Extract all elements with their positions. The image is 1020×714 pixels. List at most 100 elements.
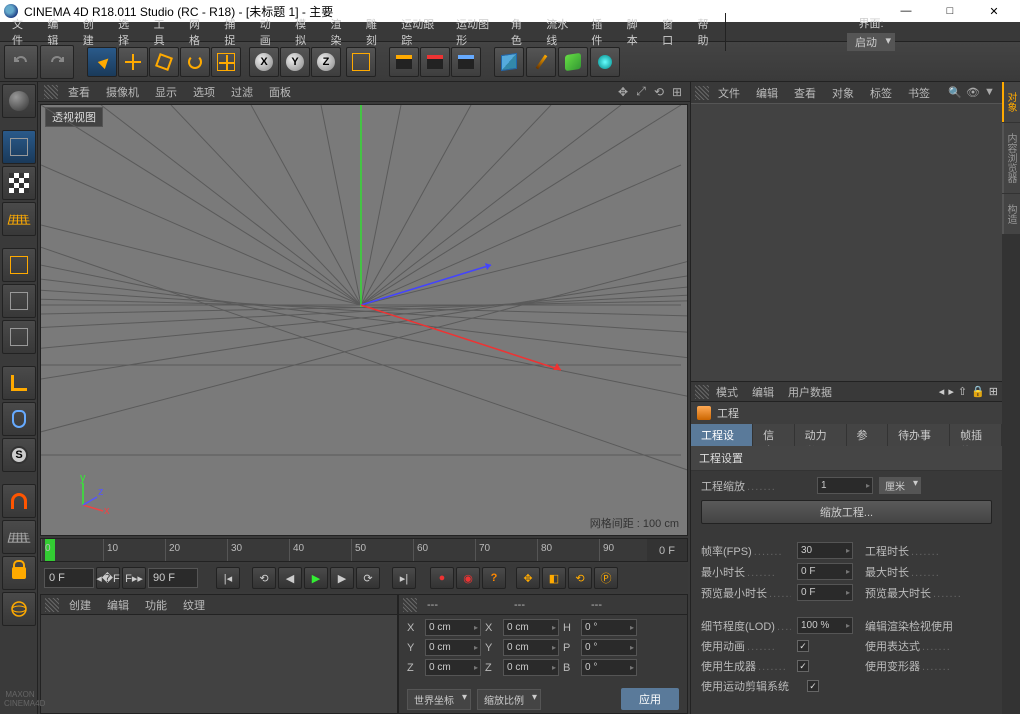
fps-field[interactable]: 30 — [797, 542, 853, 559]
drag-handle-icon[interactable] — [45, 598, 59, 612]
menu-track[interactable]: 运动跟踪 — [393, 14, 448, 50]
scale-unit-dropdown[interactable]: 厘米 — [879, 477, 921, 494]
attr-up-icon[interactable]: ⇧ — [958, 385, 967, 398]
mat-menu-create[interactable]: 创建 — [63, 597, 97, 613]
texture-mode-button[interactable] — [2, 166, 36, 200]
point-mode-button[interactable] — [2, 248, 36, 282]
scale-project-button[interactable]: 缩放工程... — [701, 500, 992, 524]
menu-mesh[interactable]: 网格 — [181, 14, 216, 50]
model-mode-button[interactable] — [2, 130, 36, 164]
add-primitive-button[interactable] — [494, 47, 524, 77]
snap-button[interactable] — [2, 484, 36, 518]
obj-menu-edit[interactable]: 编辑 — [749, 85, 785, 101]
tweak-button[interactable] — [2, 402, 36, 436]
drag-handle-icon[interactable] — [695, 385, 709, 399]
redo-button[interactable] — [40, 45, 74, 79]
scale-tool[interactable] — [149, 47, 179, 77]
rot-b-field[interactable]: 0 ° — [581, 659, 637, 676]
vp-menu-options[interactable]: 选项 — [187, 84, 221, 100]
key-param-button[interactable]: Ⓟ — [594, 567, 618, 589]
menu-snap[interactable]: 捕捉 — [216, 14, 251, 50]
lasttool-button[interactable] — [211, 47, 241, 77]
menu-simulate[interactable]: 模拟 — [287, 14, 322, 50]
mat-menu-edit[interactable]: 编辑 — [101, 597, 135, 613]
mot-checkbox[interactable]: ✓ — [807, 680, 819, 692]
obj-menu-file[interactable]: 文件 — [711, 85, 747, 101]
timeline-ruler[interactable]: 0 10 20 30 40 50 60 70 80 90 0 F — [40, 538, 688, 562]
menu-window[interactable]: 窗口 — [654, 14, 689, 50]
menu-script[interactable]: 脚本 — [619, 14, 654, 50]
goto-start-button[interactable]: |◂ — [216, 567, 240, 589]
vp-menu-camera[interactable]: 摄像机 — [100, 84, 145, 100]
key-pos-button[interactable]: ✥ — [516, 567, 540, 589]
vp-menu-display[interactable]: 显示 — [149, 84, 183, 100]
size-y-field[interactable]: 0 cm — [503, 639, 559, 656]
obj-menu-object[interactable]: 对象 — [825, 85, 861, 101]
obj-menu-tags[interactable]: 标签 — [863, 85, 899, 101]
gen-checkbox[interactable]: ✓ — [797, 660, 809, 672]
render-pv-button[interactable] — [420, 47, 450, 77]
axis-button[interactable] — [2, 366, 36, 400]
mat-menu-func[interactable]: 功能 — [139, 597, 173, 613]
pos-y-field[interactable]: 0 cm — [425, 639, 481, 656]
attr-lock-icon[interactable]: 🔒 — [971, 385, 985, 398]
menu-animate[interactable]: 动画 — [252, 14, 287, 50]
apply-button[interactable]: 应用 — [621, 688, 679, 710]
vp-menu-filter[interactable]: 过滤 — [225, 84, 259, 100]
side-tab-object[interactable]: 对象 — [1002, 82, 1020, 122]
viewport-solo-button[interactable]: S — [2, 438, 36, 472]
anim-checkbox[interactable]: ✓ — [797, 640, 809, 652]
lod-field[interactable]: 100 % — [797, 617, 853, 634]
render-view-button[interactable] — [389, 47, 419, 77]
key-rot-button[interactable]: ⟲ — [568, 567, 592, 589]
pos-z-field[interactable]: 0 cm — [425, 659, 481, 676]
side-tab-structure[interactable]: 构造 — [1002, 194, 1020, 234]
move-tool[interactable] — [118, 47, 148, 77]
z-axis-lock[interactable]: Z — [311, 47, 341, 77]
obj-eye-icon[interactable]: 👁 — [966, 86, 980, 100]
add-deformer-button[interactable] — [590, 47, 620, 77]
make-editable-button[interactable] — [2, 84, 36, 118]
menu-mograph[interactable]: 运动图形 — [448, 14, 503, 50]
attr-menu-userdata[interactable]: 用户数据 — [781, 384, 839, 400]
tab-interp[interactable]: 帧插值 — [950, 424, 1001, 446]
workplane-button[interactable] — [2, 202, 36, 236]
obj-filter-icon[interactable]: ▼ — [984, 86, 998, 100]
mintime-field[interactable]: 0 F — [797, 563, 853, 580]
obj-menu-view[interactable]: 查看 — [787, 85, 823, 101]
keyframe-help-button[interactable]: ? — [482, 567, 506, 589]
live-select-tool[interactable] — [87, 47, 117, 77]
tab-dynamics[interactable]: 动力学 — [795, 424, 846, 446]
perspective-viewport[interactable]: 透视视图 — [40, 104, 688, 536]
menu-render[interactable]: 渲染 — [323, 14, 358, 50]
frame-end-field[interactable]: 90 F — [148, 568, 198, 588]
menu-select[interactable]: 选择 — [110, 14, 145, 50]
range-next-button[interactable]: F▸▸ — [122, 567, 146, 589]
material-body[interactable] — [41, 615, 397, 713]
side-tab-browser[interactable]: 内容浏览器 — [1002, 123, 1020, 193]
vp-nav3-icon[interactable]: ⟲ — [652, 85, 666, 99]
menu-tools[interactable]: 工具 — [146, 14, 181, 50]
workplane-grid-button[interactable] — [2, 520, 36, 554]
pos-x-field[interactable]: 0 cm — [425, 619, 481, 636]
add-spline-button[interactable] — [526, 47, 556, 77]
add-generator-button[interactable] — [558, 47, 588, 77]
menu-help[interactable]: 帮助 — [690, 14, 725, 50]
vp-menu-panel[interactable]: 面板 — [263, 84, 297, 100]
planar-button[interactable] — [2, 592, 36, 626]
scale-field[interactable]: 1 — [817, 477, 873, 494]
layout-dropdown[interactable]: 启动 — [847, 33, 895, 51]
render-settings-button[interactable] — [451, 47, 481, 77]
prev-key-button[interactable]: ⟲ — [252, 567, 276, 589]
coord-mode-dropdown[interactable]: 缩放比例 — [477, 689, 541, 710]
coord-system-button[interactable] — [346, 47, 376, 77]
range-prev-button[interactable]: ◂�F — [96, 567, 120, 589]
play-button[interactable]: ▶ — [304, 567, 328, 589]
size-x-field[interactable]: 0 cm — [503, 619, 559, 636]
next-key-button[interactable]: ⟳ — [356, 567, 380, 589]
poly-mode-button[interactable] — [2, 320, 36, 354]
vp-menu-view[interactable]: 查看 — [62, 84, 96, 100]
rot-p-field[interactable]: 0 ° — [581, 639, 637, 656]
menu-plugins[interactable]: 插件 — [583, 14, 618, 50]
edge-mode-button[interactable] — [2, 284, 36, 318]
